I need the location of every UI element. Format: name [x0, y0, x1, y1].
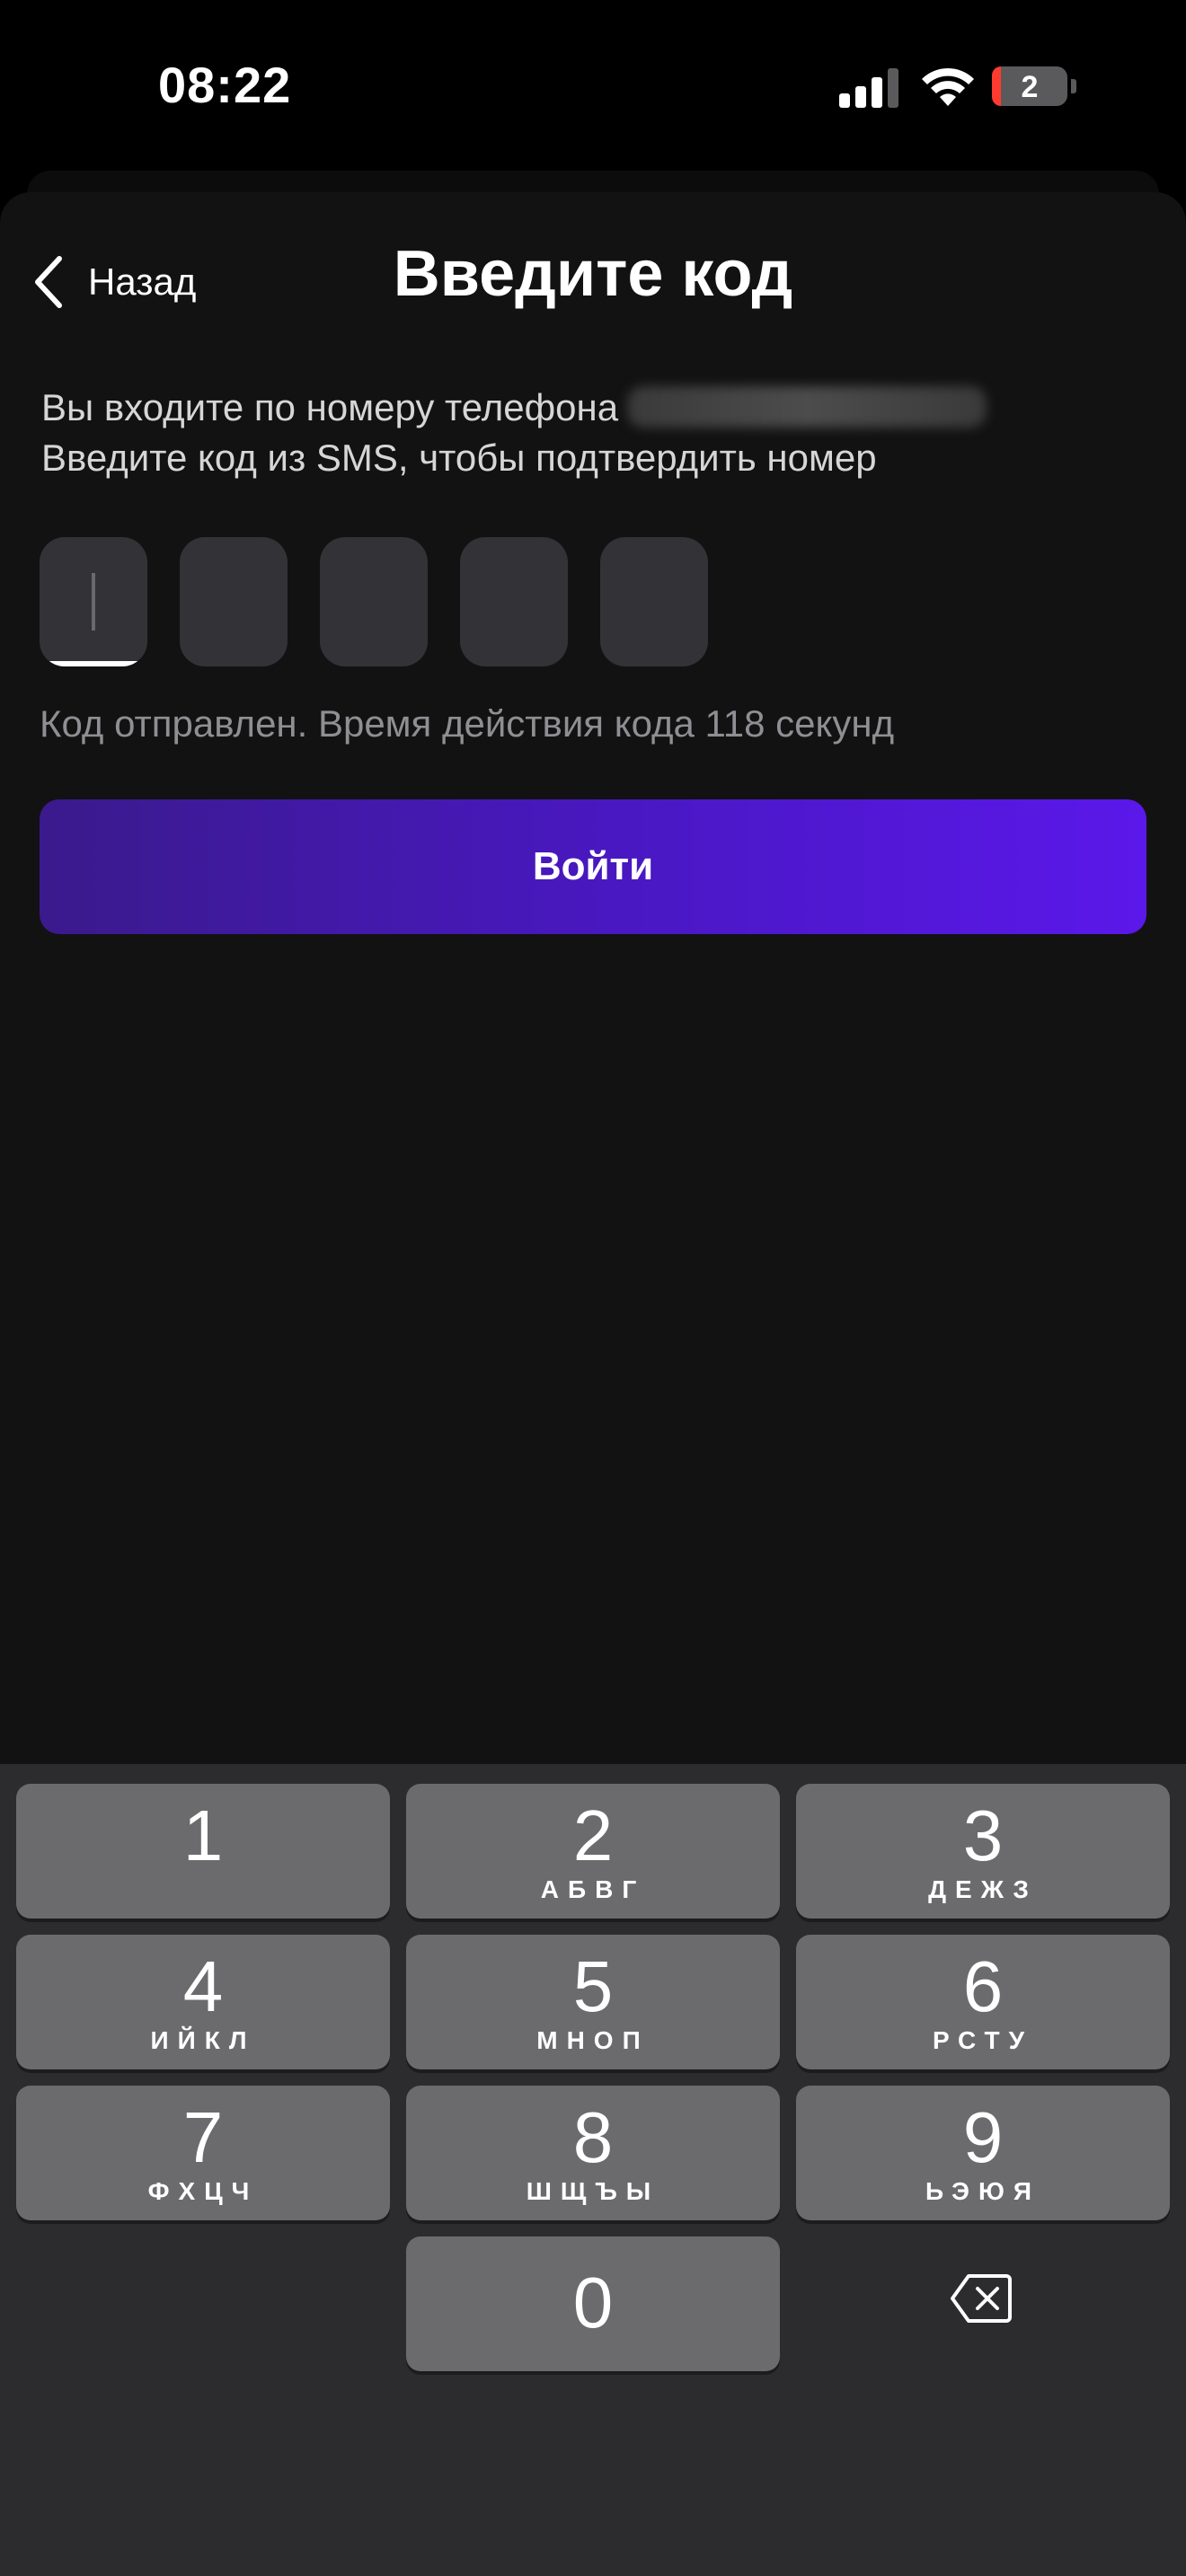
code-digit-input-1[interactable]	[40, 537, 147, 666]
key-letters: ФХЦЧ	[147, 2177, 259, 2205]
code-digit-input-3[interactable]	[320, 537, 428, 666]
page-title: Введите код	[393, 238, 793, 310]
key-digit: 5	[572, 1946, 614, 2026]
key-0[interactable]: 0	[406, 2236, 780, 2371]
key-letters: ШЩЪЫ	[526, 2177, 660, 2205]
numeric-keypad: 1 2 АБВГ 3 ДЕЖЗ 4 ИЙКЛ 5 МНОП 6 РСТУ 7 Ф…	[0, 1764, 1186, 2576]
delete-left-icon[interactable]	[949, 2272, 1013, 2325]
status-time: 08:22	[158, 57, 292, 113]
code-timer-hint: Код отправлен. Время действия кода 118 с…	[40, 702, 895, 745]
key-letters: МНОП	[536, 2026, 650, 2054]
key-digit: 9	[962, 2097, 1004, 2177]
key-3[interactable]: 3 ДЕЖЗ	[796, 1784, 1170, 1919]
key-digit: 6	[962, 1946, 1004, 2026]
phone-number-redacted	[627, 386, 987, 428]
code-digit-input-4[interactable]	[460, 537, 568, 666]
key-digit: 0	[572, 2263, 614, 2342]
key-2[interactable]: 2 АБВГ	[406, 1784, 780, 1919]
key-7[interactable]: 7 ФХЦЧ	[16, 2086, 390, 2220]
key-digit: 7	[182, 2097, 224, 2177]
cellular-signal-icon	[839, 65, 902, 108]
key-letters: ДЕЖЗ	[928, 1875, 1038, 1903]
battery-tip	[1071, 79, 1076, 93]
key-digit: 3	[962, 1795, 1004, 1875]
text-caret	[92, 573, 95, 631]
key-4[interactable]: 4 ИЙКЛ	[16, 1935, 390, 2069]
key-letters: АБВГ	[540, 1875, 646, 1903]
code-input-row	[40, 537, 708, 666]
key-digit: 2	[572, 1795, 614, 1875]
description: Вы входите по номеру телефона Введите ко…	[41, 383, 987, 483]
key-1[interactable]: 1	[16, 1784, 390, 1919]
wifi-icon	[922, 67, 974, 106]
code-digit-input-5[interactable]	[600, 537, 708, 666]
key-digit: 8	[572, 2097, 614, 2177]
battery-level: 2	[1021, 70, 1039, 104]
key-digit: 4	[182, 1946, 224, 2026]
key-digit: 1	[182, 1795, 224, 1875]
key-letters: РСТУ	[932, 2026, 1034, 2054]
status-bar: 08:22 2	[0, 0, 1186, 180]
key-6[interactable]: 6 РСТУ	[796, 1935, 1170, 2069]
description-line-2: Введите код из SMS, чтобы подтвердить но…	[41, 437, 877, 479]
key-letters: ИЙКЛ	[150, 2026, 256, 2054]
battery-icon: 2	[992, 66, 1067, 106]
key-8[interactable]: 8 ШЩЪЫ	[406, 2086, 780, 2220]
code-digit-input-2[interactable]	[180, 537, 288, 666]
key-5[interactable]: 5 МНОП	[406, 1935, 780, 2069]
description-line-1: Вы входите по номеру телефона	[41, 386, 619, 428]
key-9[interactable]: 9 ЬЭЮЯ	[796, 2086, 1170, 2220]
key-letters: ЬЭЮЯ	[925, 2177, 1040, 2205]
login-button[interactable]: Войти	[40, 799, 1146, 934]
